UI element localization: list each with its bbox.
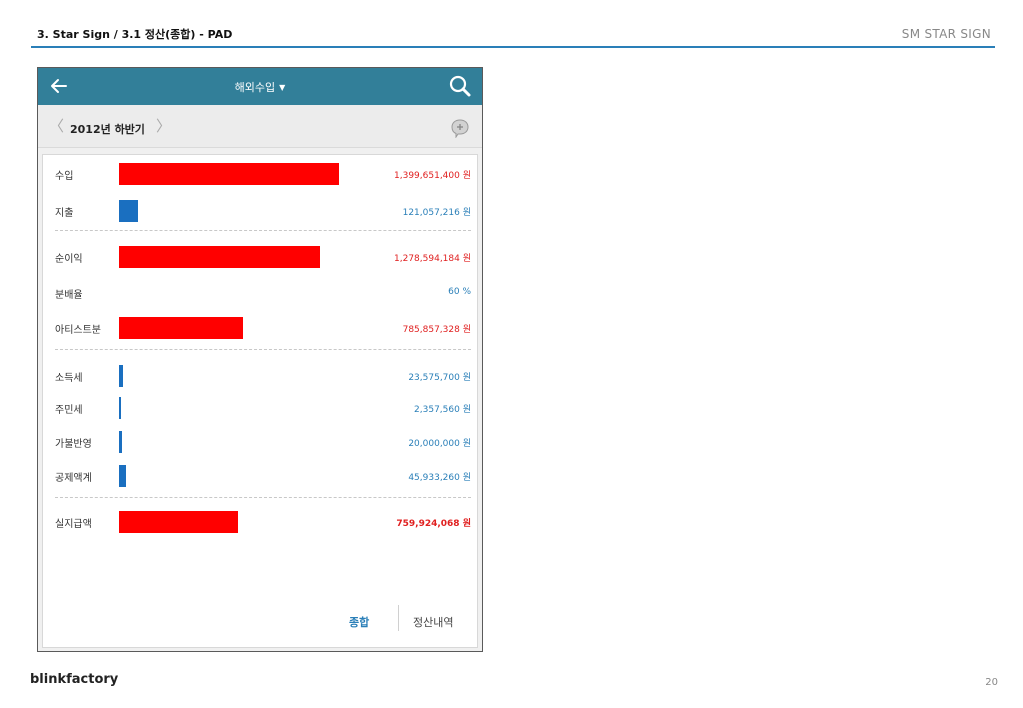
row-resident-tax: 주민세 2,357,560 원 [43, 397, 477, 419]
bar [119, 163, 339, 185]
app-bar: 해외수입 ▼ [38, 68, 482, 105]
category-label: 해외수입 [234, 81, 276, 94]
divider [55, 230, 471, 231]
row-label: 아티스트분 [55, 325, 101, 336]
row-value: 1,278,594,184 원 [394, 254, 471, 264]
caret-down-icon: ▼ [279, 83, 286, 92]
category-dropdown[interactable]: 해외수입 ▼ [38, 79, 482, 95]
settlement-card: 수입 1,399,651,400 원 지출 121,057,216 원 순이익 … [42, 154, 478, 648]
bar [119, 397, 121, 419]
row-value: 45,933,260 원 [408, 473, 471, 483]
row-label: 순이익 [55, 254, 83, 265]
row-label: 지출 [55, 208, 74, 219]
page-number: 20 [985, 677, 998, 688]
row-value: 759,924,068 원 [396, 519, 471, 529]
bar [119, 465, 126, 487]
row-net-payment: 실지급액 759,924,068 원 [43, 511, 477, 533]
doc-header-rule [31, 46, 995, 48]
row-value: 60 % [448, 287, 471, 297]
row-label: 가불반영 [55, 439, 92, 450]
row-value: 20,000,000 원 [408, 439, 471, 449]
row-value: 2,357,560 원 [414, 405, 471, 415]
row-income-tax: 소득세 23,575,700 원 [43, 365, 477, 387]
row-label: 분배율 [55, 290, 83, 301]
divider [55, 349, 471, 350]
row-label: 공제액계 [55, 473, 92, 484]
row-label: 소득세 [55, 373, 83, 384]
tab-settlement-detail[interactable]: 정산내역 [413, 614, 453, 630]
period-label: 2012년 하반기 [70, 123, 145, 136]
divider [55, 497, 471, 498]
tab-separator [398, 605, 399, 631]
row-expense: 지출 121,057,216 원 [43, 200, 477, 222]
bar [119, 246, 320, 268]
period-bar: 〈 2012년 하반기 〉 [38, 105, 482, 148]
row-revenue: 수입 1,399,651,400 원 [43, 163, 477, 185]
bottom-tabs: 종합 정산내역 [43, 602, 477, 642]
row-net-profit: 순이익 1,278,594,184 원 [43, 246, 477, 268]
row-total-deductions: 공제액계 45,933,260 원 [43, 465, 477, 487]
bar [119, 511, 238, 533]
row-label: 주민세 [55, 405, 83, 416]
row-value: 785,857,328 원 [402, 325, 471, 335]
chevron-right-icon[interactable]: 〉 [156, 119, 171, 134]
row-advance-applied: 가불반영 20,000,000 원 [43, 431, 477, 453]
row-value: 23,575,700 원 [408, 373, 471, 383]
row-distribution-rate: 분배율 60 % [43, 282, 477, 304]
row-artist-share: 아티스트분 785,857,328 원 [43, 317, 477, 339]
bar [119, 431, 122, 453]
tablet-screen: 해외수입 ▼ 〈 2012년 하반기 〉 수입 1,399,651,400 원 지… [37, 67, 483, 652]
doc-brand: SM STAR SIGN [901, 27, 991, 41]
bar [119, 200, 138, 222]
row-value: 121,057,216 원 [402, 208, 471, 218]
row-label: 실지급액 [55, 519, 92, 530]
bar [119, 365, 123, 387]
row-label: 수입 [55, 171, 74, 182]
doc-title: 3. Star Sign / 3.1 정산(종합) - PAD [37, 28, 233, 41]
bar [119, 317, 243, 339]
chevron-left-icon[interactable]: 〈 [49, 119, 64, 134]
footer-logo: blinkfactory [30, 672, 119, 687]
tab-summary[interactable]: 종합 [349, 614, 369, 630]
search-icon[interactable] [448, 74, 472, 98]
speech-bubble-plus-icon[interactable] [450, 118, 470, 138]
row-value: 1,399,651,400 원 [394, 171, 471, 181]
